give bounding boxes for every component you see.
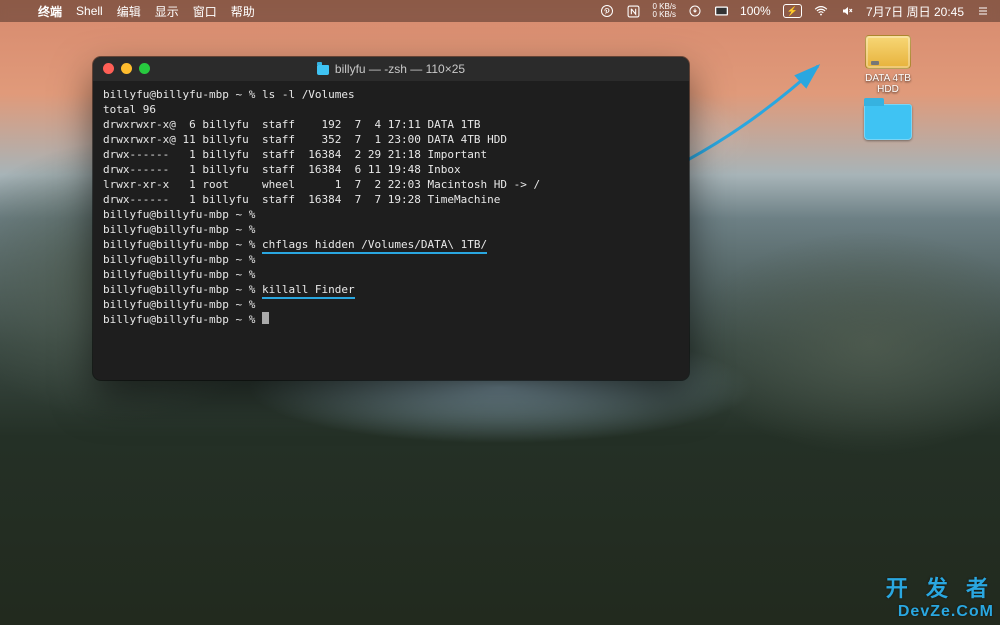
prompt: billyfu@billyfu-mbp ~ % bbox=[103, 223, 255, 236]
macos-menubar: 终端 Shell 编辑 显示 窗口 帮助 0 KB/s 0 KB/s 100% … bbox=[0, 0, 1000, 22]
terminal-output[interactable]: billyfu@billyfu-mbp ~ % ls -l /Volumes t… bbox=[93, 81, 689, 380]
notification-center-icon[interactable] bbox=[976, 4, 990, 18]
desktop-drive-label: DATA 4TB HDD bbox=[856, 73, 920, 95]
input-source-icon[interactable] bbox=[714, 4, 728, 18]
menubar-item-help[interactable]: 帮助 bbox=[231, 3, 255, 20]
prompt: billyfu@billyfu-mbp ~ % bbox=[103, 208, 255, 221]
menubar-item-shell[interactable]: Shell bbox=[76, 4, 103, 18]
window-close-button[interactable] bbox=[103, 63, 114, 74]
menubar-item-window[interactable]: 窗口 bbox=[193, 3, 217, 20]
ls-row: drwxrwxr-x@ 11 billyfu staff 352 7 1 23:… bbox=[103, 133, 507, 146]
ls-row: drwx------ 1 billyfu staff 16384 7 7 19:… bbox=[103, 193, 500, 206]
pinterest-icon[interactable] bbox=[600, 4, 614, 18]
prompt: billyfu@billyfu-mbp ~ % bbox=[103, 313, 255, 326]
terminal-cursor bbox=[262, 312, 269, 324]
folder-icon bbox=[864, 104, 912, 140]
network-speed-indicator[interactable]: 0 KB/s 0 KB/s bbox=[652, 3, 676, 19]
cmd-ls: ls -l /Volumes bbox=[262, 88, 355, 101]
wifi-icon[interactable] bbox=[814, 4, 828, 18]
menubar-item-view[interactable]: 显示 bbox=[155, 3, 179, 20]
prompt: billyfu@billyfu-mbp ~ % bbox=[103, 268, 255, 281]
notion-icon[interactable] bbox=[626, 4, 640, 18]
desktop-drive-data4tb[interactable]: DATA 4TB HDD bbox=[856, 35, 920, 95]
ls-row: drwx------ 1 billyfu staff 16384 2 29 21… bbox=[103, 148, 487, 161]
watermark: 开 发 者 DevZe.CoM bbox=[886, 571, 994, 621]
download-indicator-icon[interactable] bbox=[688, 4, 702, 18]
prompt: billyfu@billyfu-mbp ~ % bbox=[103, 283, 255, 296]
prompt: billyfu@billyfu-mbp ~ % bbox=[103, 88, 255, 101]
window-zoom-button[interactable] bbox=[139, 63, 150, 74]
prompt: billyfu@billyfu-mbp ~ % bbox=[103, 238, 255, 251]
menubar-item-edit[interactable]: 编辑 bbox=[117, 3, 141, 20]
mute-icon[interactable] bbox=[840, 4, 854, 18]
menubar-clock[interactable]: 7月7日 周日 20:45 bbox=[866, 3, 964, 20]
cmd-killall: killall Finder bbox=[262, 283, 355, 299]
ls-total: total 96 bbox=[103, 103, 156, 116]
external-drive-icon bbox=[865, 35, 911, 69]
prompt: billyfu@billyfu-mbp ~ % bbox=[103, 253, 255, 266]
desktop-wallpaper: 终端 Shell 编辑 显示 窗口 帮助 0 KB/s 0 KB/s 100% … bbox=[0, 0, 1000, 625]
ls-row: lrwxr-xr-x 1 root wheel 1 7 2 22:03 Maci… bbox=[103, 178, 540, 191]
terminal-window[interactable]: billyfu — -zsh — 110×25 billyfu@billyfu-… bbox=[93, 57, 689, 380]
cmd-chflags: chflags hidden /Volumes/DATA\ 1TB/ bbox=[262, 238, 487, 254]
desktop-folder[interactable] bbox=[856, 104, 920, 144]
ls-row: drwxrwxr-x@ 6 billyfu staff 192 7 4 17:1… bbox=[103, 118, 481, 131]
apple-logo-icon[interactable] bbox=[10, 4, 24, 18]
window-minimize-button[interactable] bbox=[121, 63, 132, 74]
menubar-app-name[interactable]: 终端 bbox=[38, 3, 62, 20]
battery-icon[interactable]: ⚡ bbox=[783, 4, 802, 18]
prompt: billyfu@billyfu-mbp ~ % bbox=[103, 298, 255, 311]
terminal-title: billyfu — -zsh — 110×25 bbox=[335, 62, 465, 76]
battery-percent: 100% bbox=[740, 4, 771, 18]
ls-row: drwx------ 1 billyfu staff 16384 6 11 19… bbox=[103, 163, 461, 176]
terminal-titlebar[interactable]: billyfu — -zsh — 110×25 bbox=[93, 57, 689, 81]
titlebar-folder-icon bbox=[317, 65, 329, 75]
